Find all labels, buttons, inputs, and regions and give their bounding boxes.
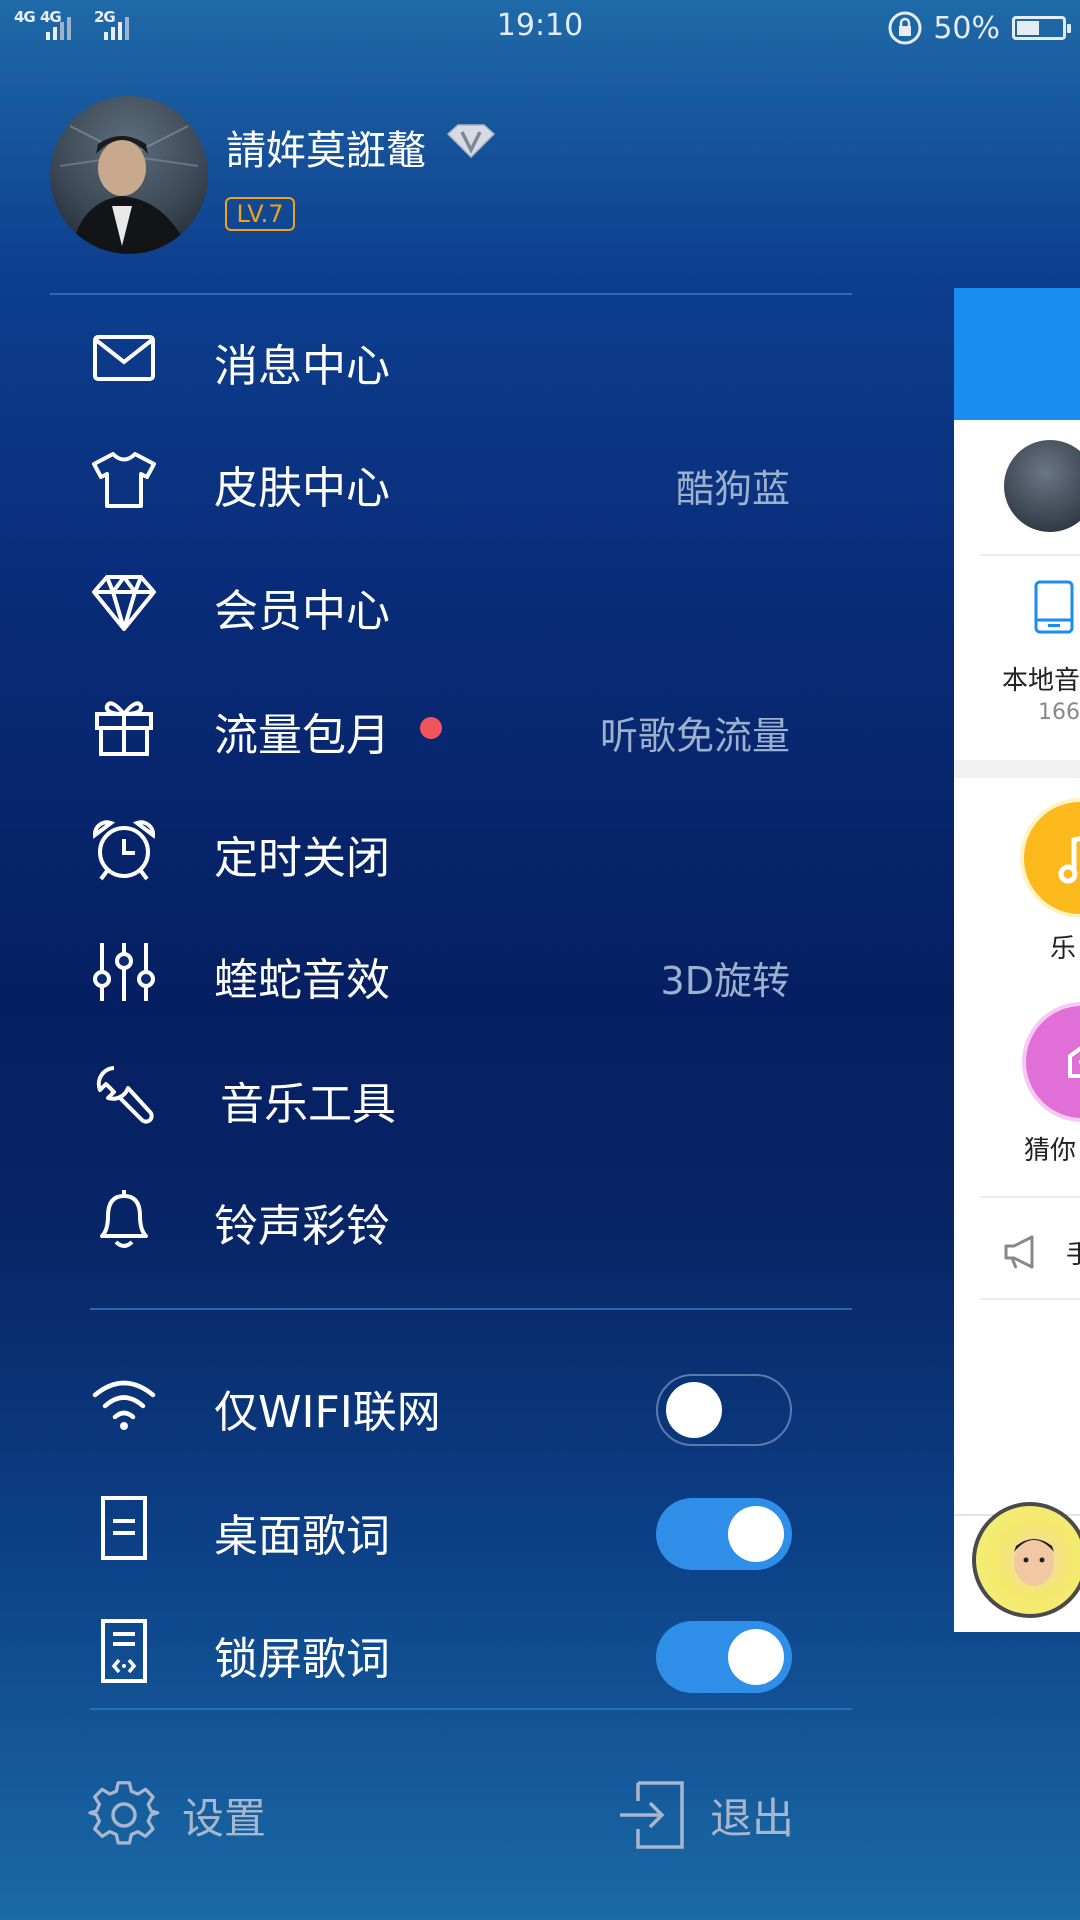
menu-item-data-plan[interactable]: 流量包月 听歌免流量 — [0, 677, 860, 777]
toggle-label: 桌面歌词 — [214, 1511, 390, 1562]
notice-text: 手 — [1066, 1240, 1080, 1270]
bell-icon — [88, 1188, 160, 1248]
user-avatar[interactable] — [50, 96, 208, 254]
menu-label: 蝰蛇音效 — [214, 955, 390, 1006]
menu-label: 皮肤中心 — [214, 463, 390, 514]
toggle-label: 锁屏歌词 — [214, 1634, 390, 1685]
lock-lyrics-icon — [88, 1619, 160, 1683]
level-badge: LV.7 — [225, 197, 295, 231]
lyrics-doc-icon — [88, 1496, 160, 1560]
status-right: 50% — [887, 6, 1071, 50]
menu-label: 消息中心 — [214, 341, 390, 392]
megaphone-icon — [1004, 1235, 1034, 1269]
toggle-row-lockscreen-lyrics: 锁屏歌词 — [0, 1601, 860, 1701]
status-bar: 4G 4G 2G 19:10 50% — [0, 0, 1080, 56]
tshirt-icon — [88, 450, 160, 510]
peek-item-2-label: 猜你 — [1024, 1136, 1077, 1166]
menu-item-skin[interactable]: 皮肤中心 酷狗蓝 — [0, 430, 860, 530]
main-screen-peek[interactable]: 本地音 166 乐 猜你 手 — [954, 288, 1080, 1632]
local-music-count: 166 — [1038, 700, 1080, 725]
phone-icon — [1034, 580, 1074, 634]
username[interactable]: 請姩莫誑鼇 — [226, 118, 426, 176]
menu-label: 音乐工具 — [220, 1079, 396, 1130]
peek-avatar[interactable] — [1004, 440, 1080, 532]
wifi-icon — [88, 1374, 160, 1434]
now-playing-avatar[interactable] — [972, 1502, 1080, 1618]
peek-divider — [980, 554, 1080, 556]
peek-section-band — [954, 760, 1080, 778]
menu-value: 听歌免流量 — [599, 714, 790, 758]
music-note-icon — [1058, 836, 1080, 884]
mail-icon — [88, 328, 160, 388]
diamond-icon — [88, 573, 160, 633]
menu-label: 铃声彩铃 — [214, 1201, 390, 1252]
menu-value: 3D旋转 — [660, 959, 790, 1003]
peek-divider-3 — [980, 1298, 1080, 1300]
peek-header — [954, 288, 1080, 420]
menu-label: 流量包月 — [214, 710, 390, 761]
desktop-lyrics-toggle[interactable] — [656, 1498, 792, 1570]
menu-value: 酷狗蓝 — [675, 467, 790, 511]
logout-label: 退出 — [710, 1793, 795, 1843]
gift-icon — [88, 697, 160, 757]
toggle-row-wifi-only: 仅WIFI联网 — [0, 1354, 860, 1454]
local-music-label: 本地音 — [1002, 666, 1080, 696]
settings-button[interactable]: 设置 — [88, 1780, 266, 1850]
menu-item-vip[interactable]: 会员中心 — [0, 553, 860, 653]
menu-item-messages[interactable]: 消息中心 — [0, 308, 860, 408]
menu-item-music-tools[interactable]: 音乐工具 — [0, 1046, 860, 1146]
gear-icon — [88, 1781, 160, 1845]
equalizer-icon — [88, 942, 160, 1002]
toggle-row-desktop-lyrics: 桌面歌词 — [0, 1478, 860, 1578]
rotation-lock-icon — [888, 11, 922, 45]
guess-circle-button[interactable] — [1022, 1002, 1080, 1122]
divider-middle — [90, 1308, 852, 1310]
diamond-v-icon[interactable] — [446, 124, 496, 158]
menu-label: 会员中心 — [214, 586, 390, 637]
menu-label: 定时关闭 — [214, 833, 390, 884]
battery-percent: 50% — [933, 10, 1000, 46]
menu-item-ringtones[interactable]: 铃声彩铃 — [0, 1168, 860, 1268]
peek-item-1-label: 乐 — [1050, 934, 1077, 964]
divider-top — [50, 293, 852, 295]
wrench-icon — [88, 1066, 160, 1126]
music-circle-button[interactable] — [1020, 798, 1080, 918]
toggle-label: 仅WIFI联网 — [214, 1387, 441, 1438]
notification-dot — [420, 717, 442, 739]
logout-icon — [620, 1781, 684, 1849]
divider-bottom — [90, 1708, 852, 1710]
alarm-clock-icon — [88, 820, 160, 881]
radio-house-icon — [1068, 1046, 1080, 1078]
menu-item-sleep-timer[interactable]: 定时关闭 — [0, 800, 860, 900]
peek-divider-2 — [980, 1196, 1080, 1198]
logout-button[interactable]: 退出 — [618, 1780, 794, 1850]
settings-label: 设置 — [182, 1793, 267, 1843]
lockscreen-lyrics-toggle[interactable] — [656, 1621, 792, 1693]
wifi-only-toggle[interactable] — [656, 1374, 792, 1446]
battery-icon — [1012, 16, 1071, 40]
menu-item-sound-effects[interactable]: 蝰蛇音效 3D旋转 — [0, 922, 860, 1022]
